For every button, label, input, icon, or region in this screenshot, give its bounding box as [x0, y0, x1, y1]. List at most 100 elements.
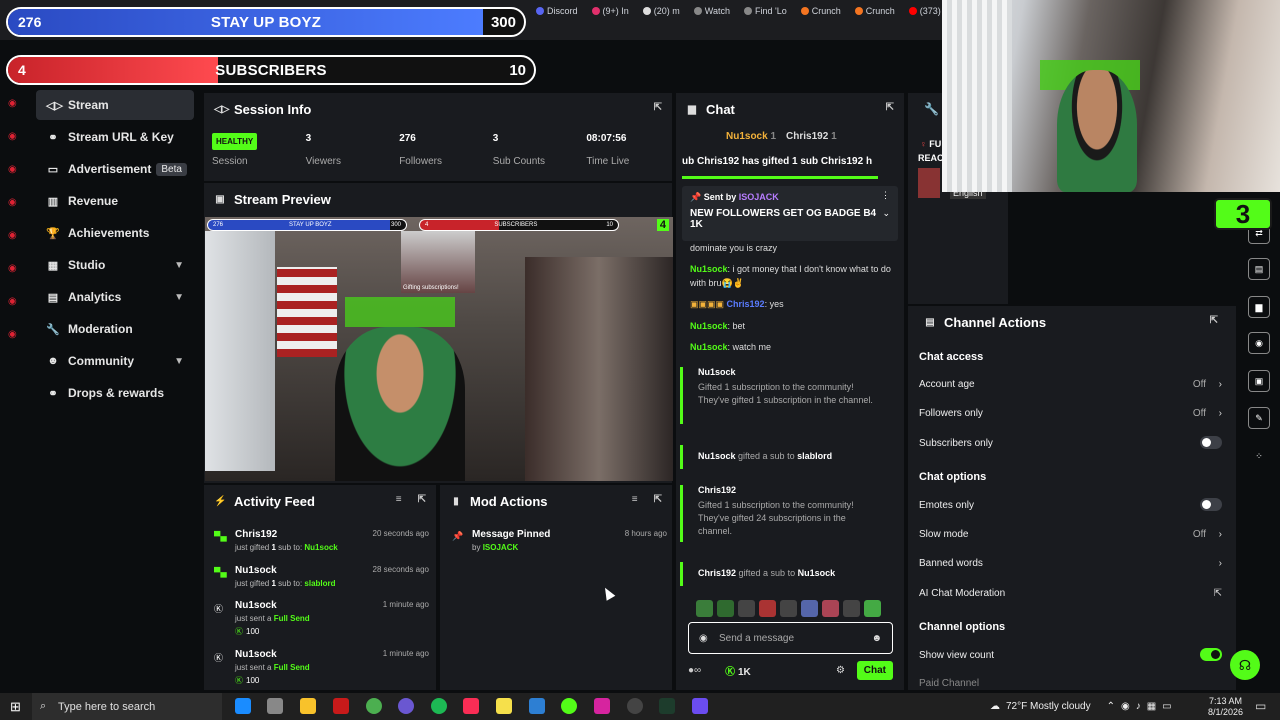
- rail-icon[interactable]: ◉: [8, 164, 24, 175]
- gifter-badge[interactable]: Chris192 1: [786, 131, 837, 142]
- bookmark-x[interactable]: (20) m: [642, 6, 680, 16]
- rail-icon[interactable]: ◉: [8, 263, 24, 274]
- pinned-message[interactable]: 📌 Sent by ISOJACK NEW FOLLOWERS GET OG B…: [682, 186, 898, 241]
- notification-icon[interactable]: ▭: [1255, 699, 1266, 713]
- points-icon[interactable]: ●∞: [688, 665, 701, 676]
- network-icon[interactable]: ▦: [1147, 701, 1156, 712]
- notes-icon[interactable]: [496, 698, 512, 714]
- store-icon[interactable]: [267, 698, 283, 714]
- emote[interactable]: [717, 600, 734, 617]
- system-tray: ☁ 72°F Mostly cloudy ⌃ ◉ ♪ ▦ ▭: [990, 701, 1172, 712]
- music-icon[interactable]: [463, 698, 479, 714]
- bookmark-youtube[interactable]: (373): [908, 6, 941, 16]
- broadcast-icon[interactable]: ◉: [1248, 332, 1270, 354]
- send-chat-button[interactable]: Chat: [856, 660, 893, 680]
- emote[interactable]: [864, 600, 881, 617]
- panel-header: ◁▷ Session Info ⇱: [204, 93, 672, 125]
- file-explorer-icon[interactable]: [300, 698, 316, 714]
- row-banned-words[interactable]: Banned words ›: [919, 558, 1224, 569]
- chat-input[interactable]: ◉ Send a message ☻: [688, 622, 893, 654]
- app-icon[interactable]: [561, 698, 577, 714]
- filter-icon[interactable]: ≡: [396, 494, 402, 505]
- chat-icon[interactable]: ▆: [1248, 296, 1270, 318]
- stream-video[interactable]: Gifting subscriptions! 276 STAY UP BOYZ …: [205, 217, 673, 481]
- sidebar-item-analytics[interactable]: ▤ Analytics ▼: [36, 282, 194, 312]
- row-followers-only[interactable]: Followers only Off ›: [919, 408, 1224, 419]
- popout-icon[interactable]: ⇱: [654, 494, 662, 505]
- sidebar-item-advertisement[interactable]: ▭ Advertisement Beta: [36, 154, 194, 184]
- bookmark-crunchyroll-2[interactable]: Crunch: [854, 6, 895, 16]
- show-view-count-toggle[interactable]: [1200, 648, 1222, 661]
- emoji-icon[interactable]: ◉: [699, 633, 708, 644]
- opera-icon[interactable]: [333, 698, 349, 714]
- windows-start-icon[interactable]: ⊞: [10, 699, 21, 715]
- rail-icon[interactable]: ◉: [8, 98, 24, 109]
- chevron-down-icon: ▼: [174, 355, 184, 367]
- rail-icon[interactable]: ◉: [8, 230, 24, 241]
- app-icon[interactable]: [659, 698, 675, 714]
- edge-icon[interactable]: [235, 698, 251, 714]
- sidebar-item-drops-rewards[interactable]: ⚭ Drops & rewards: [36, 378, 194, 408]
- filter-icon[interactable]: ≡: [632, 494, 638, 505]
- sidebar-item-moderation[interactable]: 🔧 Moderation: [36, 314, 194, 344]
- emote[interactable]: [822, 600, 839, 617]
- more-icon[interactable]: ⋮: [881, 190, 890, 201]
- rail-icon[interactable]: ◉: [8, 329, 24, 340]
- notes-icon[interactable]: ▤: [1248, 258, 1270, 280]
- popout-icon[interactable]: ⇱: [654, 102, 662, 113]
- row-ai-moderation[interactable]: AI Chat Moderation ⇱: [919, 588, 1224, 599]
- tray-icon[interactable]: ◉: [1121, 701, 1130, 712]
- popout-icon[interactable]: ⇱: [418, 494, 426, 505]
- bookmark-discord[interactable]: Discord: [536, 6, 578, 16]
- app-icon[interactable]: [529, 698, 545, 714]
- rail-icon[interactable]: ◉: [8, 131, 24, 142]
- bookmark-find[interactable]: Find 'Lo: [743, 6, 787, 16]
- shield-icon: ▮: [453, 495, 459, 507]
- chevron-up-icon[interactable]: ⌃: [1107, 701, 1115, 712]
- settings-icon[interactable]: ⚙: [836, 665, 845, 676]
- weather-icon[interactable]: ☁: [990, 701, 1000, 712]
- emote[interactable]: [696, 600, 713, 617]
- battery-icon[interactable]: ▭: [1162, 701, 1171, 712]
- obs-icon[interactable]: [398, 698, 414, 714]
- gifter-badge[interactable]: Nu1sock 1: [726, 131, 776, 142]
- chevron-down-icon[interactable]: ⌄: [882, 208, 890, 219]
- wrench-icon[interactable]: ✎: [1248, 407, 1270, 429]
- taskbar-search[interactable]: ⌕ Type here to search: [32, 693, 222, 720]
- row-paid-channel[interactable]: Paid Channel: [919, 678, 1224, 688]
- chrome-icon[interactable]: [366, 698, 382, 714]
- sidebar-item-stream[interactable]: ◁▷ Stream: [36, 90, 194, 120]
- bookmark-crunchyroll-1[interactable]: Crunch: [800, 6, 841, 16]
- row-slow-mode[interactable]: Slow mode Off ›: [919, 529, 1224, 540]
- app-icon[interactable]: [627, 698, 643, 714]
- support-icon[interactable]: ☊: [1230, 650, 1260, 680]
- bookmark-instagram[interactable]: (9+) In: [591, 6, 629, 16]
- emotes-only-toggle[interactable]: [1200, 498, 1222, 511]
- smiley-icon[interactable]: ☻: [871, 633, 882, 644]
- bookmark-watch[interactable]: Watch: [693, 6, 730, 16]
- sidebar-item-revenue[interactable]: ▥ Revenue: [36, 186, 194, 216]
- thumbnail[interactable]: [918, 168, 940, 198]
- app-icon[interactable]: [692, 698, 708, 714]
- taskbar-clock[interactable]: 7:13 AM 8/1/2026: [1208, 696, 1243, 718]
- sidebar-item-achievements[interactable]: 🏆 Achievements: [36, 218, 194, 248]
- rail-icon[interactable]: ◉: [8, 197, 24, 208]
- spotify-icon[interactable]: [431, 698, 447, 714]
- sidebar-item-community[interactable]: ☻ Community ▼: [36, 346, 194, 376]
- volume-icon[interactable]: ♪: [1136, 701, 1141, 712]
- apps-icon[interactable]: ⁘: [1248, 445, 1270, 467]
- popout-icon[interactable]: ⇱: [886, 102, 894, 113]
- sidebar-item-studio[interactable]: ▦ Studio ▼: [36, 250, 194, 280]
- instagram-icon[interactable]: [594, 698, 610, 714]
- subscribers-only-toggle[interactable]: [1200, 436, 1222, 449]
- emote[interactable]: [759, 600, 776, 617]
- emote[interactable]: [843, 600, 860, 617]
- row-account-age[interactable]: Account age Off ›: [919, 379, 1224, 390]
- rail-icon[interactable]: ◉: [8, 296, 24, 307]
- layout-icon[interactable]: ▣: [1248, 370, 1270, 392]
- popout-icon[interactable]: ⇱: [1210, 315, 1218, 326]
- emote[interactable]: [801, 600, 818, 617]
- emote[interactable]: [738, 600, 755, 617]
- emote[interactable]: [780, 600, 797, 617]
- sidebar-item-stream-url-key[interactable]: ⚭ Stream URL & Key: [36, 122, 194, 152]
